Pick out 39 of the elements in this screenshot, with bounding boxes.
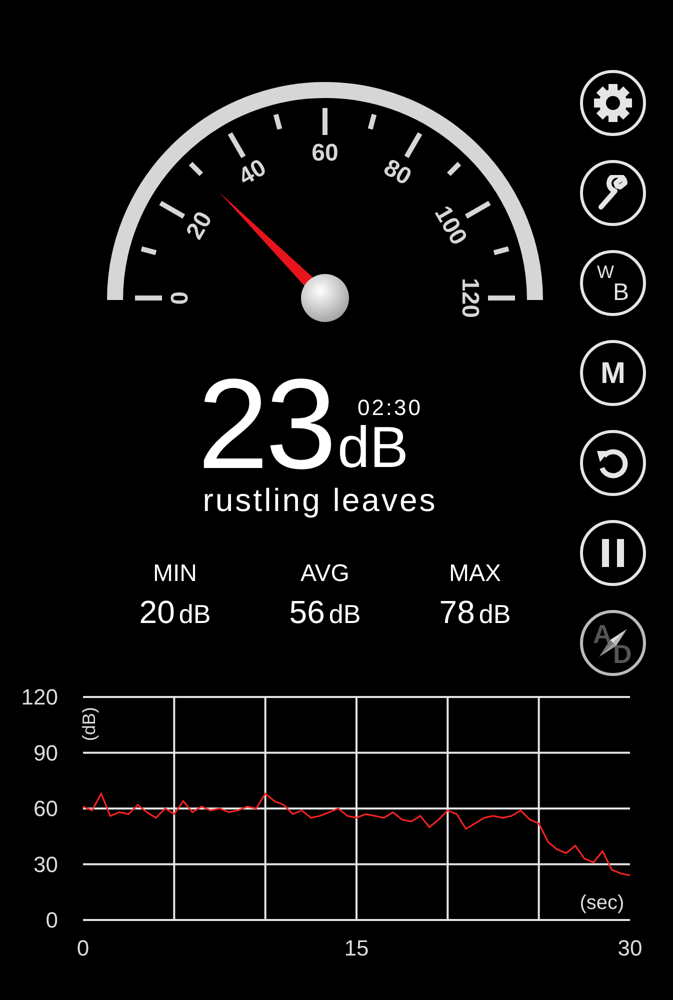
- x-tick-label: 30: [618, 936, 642, 960]
- pause-icon: [599, 537, 627, 569]
- stat-unit: dB: [328, 598, 361, 631]
- y-tick-label: 90: [34, 740, 58, 766]
- scale-label: 0: [166, 291, 194, 305]
- stat-label: MAX: [448, 560, 501, 588]
- scale-label: 80: [379, 154, 416, 191]
- timer: 02:30: [357, 396, 423, 420]
- pause-button[interactable]: [580, 520, 646, 586]
- wrench-button[interactable]: [580, 160, 646, 226]
- stat-unit: dB: [478, 598, 511, 631]
- scale-label: 20: [181, 207, 218, 244]
- y-tick-label: 0: [46, 908, 58, 932]
- gear-icon: [593, 83, 633, 123]
- stat-value: 20: [139, 594, 175, 630]
- m-button[interactable]: M: [580, 340, 646, 406]
- settings-button[interactable]: [580, 70, 646, 136]
- scale-label: 60: [312, 140, 338, 166]
- stat-label: MIN: [153, 560, 197, 588]
- x-axis-label: (sec): [580, 892, 624, 914]
- reset-button[interactable]: [580, 430, 646, 496]
- x-tick-label: 0: [76, 936, 90, 960]
- decibel-reading: 23: [197, 370, 334, 480]
- stat-label: AVG: [300, 560, 350, 588]
- scale-label: 40: [234, 154, 271, 191]
- y-tick-label: 120: [21, 684, 58, 710]
- stat-unit: dB: [178, 598, 211, 631]
- sound-description: rustling leaves: [202, 481, 438, 520]
- scale-label: 100: [428, 201, 472, 250]
- scale-label: 120: [456, 278, 484, 318]
- y-axis-label: (dB): [79, 707, 99, 741]
- stat-value: 56: [289, 594, 325, 630]
- y-tick-label: 30: [34, 852, 58, 877]
- needle-hub: [301, 274, 349, 322]
- x-tick-label: 15: [344, 936, 369, 960]
- unit-label: dB: [337, 420, 408, 476]
- y-tick-label: 60: [34, 796, 58, 821]
- wb-button[interactable]: W B: [580, 250, 646, 316]
- stat-value: 78: [439, 594, 475, 630]
